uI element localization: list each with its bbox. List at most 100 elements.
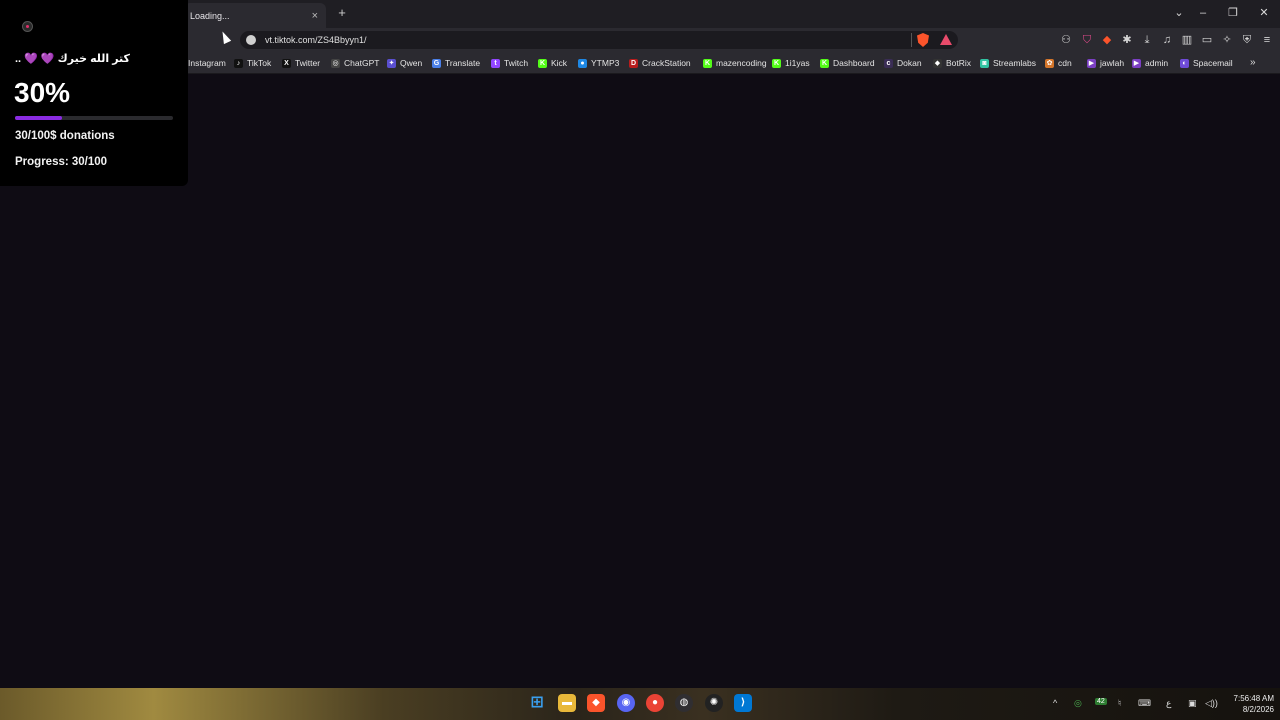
bookmark-label: Twitter	[295, 58, 321, 68]
discord-icon[interactable]: ◉	[617, 694, 635, 712]
minimize-button[interactable]: –	[1195, 5, 1211, 21]
keyboard-icon[interactable]: ⌨	[1138, 698, 1151, 709]
bookmark-instagram[interactable]: Instagram	[188, 57, 226, 69]
tray-app-icon[interactable]: ◎	[1074, 698, 1082, 709]
bookmark-label: admin	[1145, 58, 1169, 68]
tray-overflow-icon[interactable]: ^	[1053, 698, 1057, 708]
bookmark-label: BotRix	[946, 58, 972, 68]
bookmark-1i1yas[interactable]: K 1i1yas	[772, 57, 810, 69]
bookmark-streamlabs[interactable]: ◙ Streamlabs	[980, 57, 1036, 69]
bookmark-dokan[interactable]: c Dokan	[884, 57, 922, 69]
taskbar-clock[interactable]: 7:56:48 AM 8/2/2026	[1220, 693, 1274, 715]
bookmark-ytmp3[interactable]: ● YTMP3	[578, 57, 619, 69]
url-text: vt.tiktok.com/ZS4Bbyyn1/	[265, 35, 367, 45]
extension-lion-icon[interactable]: ◆	[1100, 33, 1114, 47]
bookmark-label: jawlah	[1100, 58, 1125, 68]
bookmark-label: Twitch	[504, 58, 529, 68]
bookmark-cdn[interactable]: ✿ cdn	[1045, 57, 1072, 69]
extensions-puzzle-icon[interactable]: ✱	[1120, 33, 1134, 47]
bookmark-jawlah-icon: ▶	[1087, 58, 1096, 68]
address-bar[interactable]: vt.tiktok.com/ZS4Bbyyn1/	[240, 31, 958, 49]
menu-icon[interactable]: ≡	[1260, 33, 1274, 47]
bookmark-admin-icon: ▶	[1132, 58, 1141, 68]
bookmark-admin[interactable]: ▶ admin	[1132, 57, 1168, 69]
brave-rewards-icon[interactable]	[940, 34, 952, 45]
language-indicator[interactable]: ع	[1166, 698, 1171, 709]
bookmarks-overflow-icon[interactable]: »	[1250, 57, 1256, 68]
bookmark-label: Kick	[551, 58, 568, 68]
extension-glasses-icon[interactable]: ⚇	[1059, 33, 1073, 47]
tab-title: Loading...	[190, 10, 230, 21]
clock-time: 7:56:48 AM	[1233, 694, 1274, 703]
new-tab-button[interactable]: +	[334, 5, 350, 21]
media-icon[interactable]: ♫	[1160, 33, 1174, 47]
bookmark-twitter[interactable]: X Twitter	[282, 57, 320, 69]
bookmark-label: YTMP3	[591, 58, 620, 68]
bookmark-label: Qwen	[400, 58, 423, 68]
donation-message: كتر الله خيرك 💜 💜 ..	[15, 53, 130, 65]
bookmark-label: Spacemail	[1193, 58, 1233, 68]
bookmark-label: 1i1yas	[785, 58, 810, 68]
bookmark-label: CrackStation	[642, 58, 691, 68]
bookmark-kick[interactable]: K Kick	[538, 57, 567, 69]
chrome-icon[interactable]: ●	[646, 694, 664, 712]
leo-ai-icon[interactable]: ✧	[1220, 33, 1234, 47]
bookmark-mazencoding[interactable]: Kmazencoding	[703, 57, 767, 69]
tab-search-icon[interactable]: ⌄	[1171, 5, 1187, 21]
bookmark-label: ChatGPT	[344, 58, 380, 68]
bookmark-crackstation[interactable]: D CrackStation	[629, 57, 691, 69]
address-bar-divider	[911, 33, 912, 47]
close-window-button[interactable]: ✕	[1256, 5, 1272, 21]
donation-progress-fill	[15, 116, 63, 120]
bookmark-1i1yas-icon: K	[772, 58, 781, 68]
microphone-icon[interactable]: ♮	[1118, 698, 1121, 709]
bookmark-label: Streamlabs	[993, 58, 1036, 68]
bookmark-streamlabs-icon: ◙	[980, 58, 989, 68]
bookmark-qwen-icon: ✦	[387, 58, 396, 68]
vscode-icon[interactable]: ⟩	[734, 694, 752, 712]
volume-icon[interactable]: ◁))	[1205, 698, 1218, 709]
windows-taskbar	[0, 688, 1280, 720]
bookmark-spacemail[interactable]: ◐ Spacemail	[1180, 57, 1233, 69]
clock-date: 8/2/2026	[1242, 705, 1274, 714]
bookmark-botrix[interactable]: ◆ BotRix	[933, 57, 971, 69]
bookmark-label: Translate	[445, 58, 481, 68]
bookmark-mazencoding-icon: K	[703, 58, 712, 68]
bookmark-qwen[interactable]: ✦ Qwen	[387, 57, 422, 69]
bookmark-label: mazencoding	[716, 58, 767, 68]
tray-badge[interactable]: 42	[1095, 698, 1107, 705]
steelseries-icon[interactable]: ✺	[705, 694, 723, 712]
bookmark-tiktok[interactable]: ♪ TikTok	[234, 57, 271, 69]
vpn-shield-icon[interactable]: ⛨	[1240, 33, 1254, 47]
restore-button[interactable]: ❐	[1225, 5, 1241, 21]
obs-icon[interactable]: ◍	[675, 694, 693, 712]
bookmark-dashboard[interactable]: K Dashboard	[820, 57, 875, 69]
bookmark-jawlah[interactable]: ▶ jawlah	[1087, 57, 1124, 69]
bookmark-chatgpt[interactable]: ◎ ChatGPT	[331, 57, 379, 69]
donation-progress-text: Progress: 30/100	[15, 156, 108, 168]
sidebar-icon[interactable]: ▥	[1180, 33, 1194, 47]
network-icon[interactable]: ▣	[1188, 698, 1197, 709]
downloads-icon[interactable]: ⤓	[1140, 33, 1154, 47]
bookmark-twitter-icon: X	[282, 58, 291, 68]
wallet-icon[interactable]: ▭	[1200, 33, 1214, 47]
bookmark-translate[interactable]: G Translate	[432, 57, 480, 69]
brave-browser-icon[interactable]: ◆	[587, 694, 605, 712]
bookmark-label: cdn	[1058, 58, 1072, 68]
bookmark-spacemail-icon: ◐	[1180, 58, 1189, 68]
bookmark-twitch[interactable]: t Twitch	[491, 57, 528, 69]
bookmark-cdn-icon: ✿	[1045, 58, 1054, 68]
bookmark-kick-icon: K	[538, 58, 547, 68]
bookmark-tiktok-icon: ♪	[234, 58, 243, 68]
bookmark-label: TikTok	[247, 58, 272, 68]
donation-amount: 30/100$ donations	[15, 130, 115, 142]
browser-tab[interactable]: Loading... ×	[184, 3, 326, 28]
page-content	[0, 74, 1280, 688]
file-explorer-icon[interactable]: ▬	[558, 694, 576, 712]
bookmark-label: Instagram	[188, 58, 226, 68]
start-button-windows-icon[interactable]: ⊞	[528, 694, 546, 712]
bookmark-crackstation-icon: D	[629, 58, 638, 68]
tab-close-icon[interactable]: ×	[312, 10, 318, 22]
site-info-icon[interactable]	[246, 35, 256, 45]
extension-shield-icon[interactable]: ⛉	[1080, 33, 1094, 47]
